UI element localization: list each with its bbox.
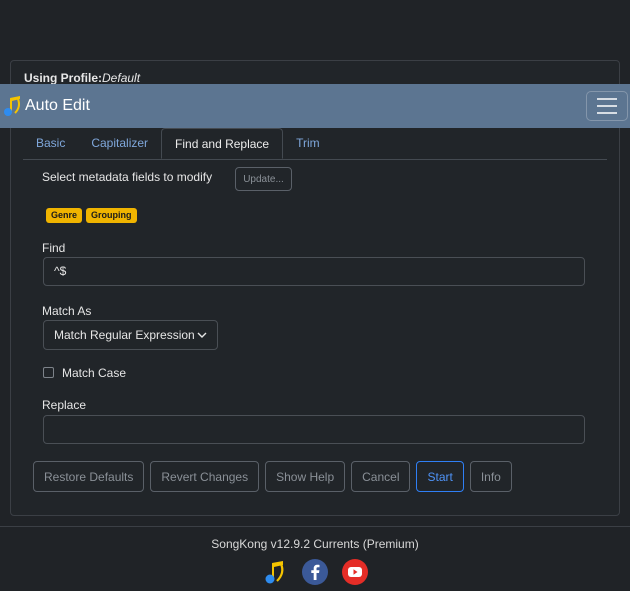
match-case-label: Match Case: [62, 366, 127, 380]
chevron-down-icon: [197, 332, 207, 338]
replace-input[interactable]: [43, 415, 585, 444]
match-case-checkbox[interactable]: [43, 367, 54, 378]
songkong-logo-icon: [4, 96, 20, 116]
find-label: Find: [42, 241, 66, 255]
field-badges: Genre Grouping: [46, 208, 137, 223]
match-as-value: Match Regular Expression: [54, 328, 195, 342]
tab-bar: Basic Capitalizer Find and Replace Trim: [23, 128, 607, 160]
songkong-link-icon[interactable]: [262, 559, 288, 585]
action-buttons: Restore Defaults Revert Changes Show Hel…: [33, 461, 512, 492]
find-input[interactable]: ^$: [43, 257, 585, 286]
info-button[interactable]: Info: [469, 461, 512, 492]
tab-capitalizer[interactable]: Capitalizer: [78, 128, 161, 159]
footer-links: [0, 559, 630, 585]
select-fields-label: Select metadata fields to modify: [42, 170, 213, 184]
update-button[interactable]: Update...: [235, 167, 292, 191]
badge-genre[interactable]: Genre: [46, 208, 83, 223]
footer-version: SongKong v12.9.2 Currents (Premium): [211, 537, 419, 551]
tab-trim[interactable]: Trim: [283, 128, 333, 159]
tab-find-and-replace[interactable]: Find and Replace: [161, 128, 284, 159]
start-button[interactable]: Start: [416, 461, 464, 492]
revert-changes-button[interactable]: Revert Changes: [150, 461, 260, 492]
match-as-label: Match As: [42, 304, 92, 318]
match-as-select[interactable]: Match Regular Expression: [43, 320, 218, 350]
navbar: Auto Edit: [0, 84, 630, 128]
replace-label: Replace: [42, 398, 87, 412]
show-help-button[interactable]: Show Help: [265, 461, 346, 492]
youtube-icon[interactable]: [342, 559, 368, 585]
footer-divider: [0, 526, 630, 527]
brand[interactable]: Auto Edit: [3, 95, 90, 117]
tab-basic[interactable]: Basic: [23, 128, 78, 159]
hamburger-icon: [597, 98, 617, 100]
app-title: Auto Edit: [25, 97, 90, 114]
badge-grouping[interactable]: Grouping: [86, 208, 137, 223]
facebook-icon[interactable]: [302, 559, 328, 585]
profile-name: Default: [102, 71, 141, 85]
restore-defaults-button[interactable]: Restore Defaults: [33, 461, 145, 492]
cancel-button[interactable]: Cancel: [351, 461, 411, 492]
profile-label: Using Profile:Default: [24, 71, 141, 85]
menu-toggle-button[interactable]: [586, 91, 628, 121]
